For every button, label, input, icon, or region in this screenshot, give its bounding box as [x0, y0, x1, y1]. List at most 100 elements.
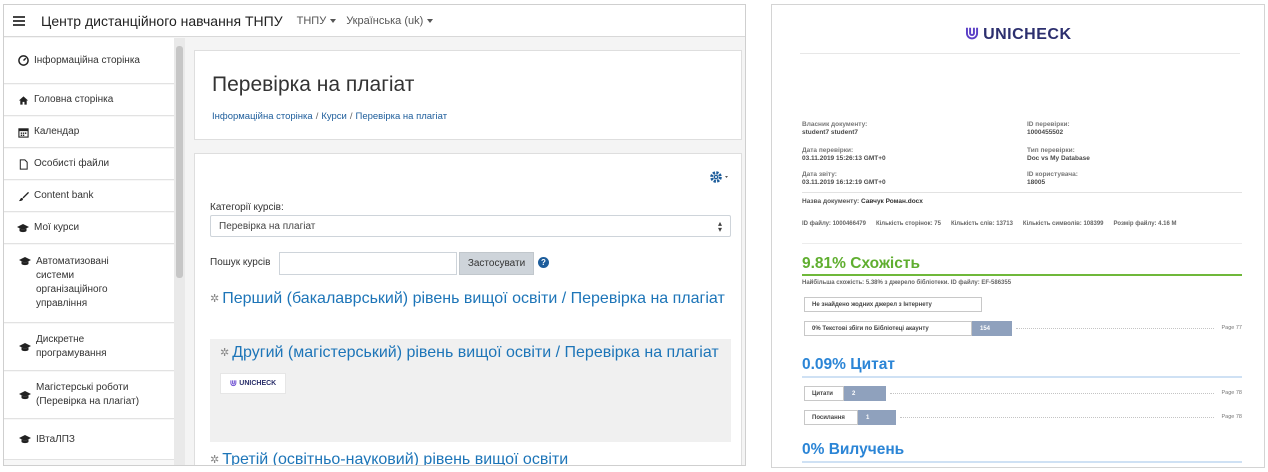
graduation-cap-icon: [17, 222, 29, 234]
category-select[interactable]: Перевірка на плагіат ▴ ▾: [210, 215, 731, 237]
expand-icon: ✲: [210, 454, 220, 466]
document-name-label: Назва документу:: [802, 198, 860, 205]
drawer-item-course-ivtalpz[interactable]: ІВтаЛПЗ: [4, 420, 174, 460]
dotted-leader: [900, 417, 1214, 418]
graduation-cap-icon: [19, 434, 31, 446]
file-size: Розмір файлу: 4.16 M: [1113, 221, 1177, 227]
drawer-item-my-courses[interactable]: Мої курси: [4, 213, 174, 244]
drawer-item-course-asou[interactable]: Автоматизовані системи організаційного у…: [4, 245, 174, 323]
unicheck-badge-label: UNICHECK: [239, 380, 277, 387]
breadcrumb-item-dashboard[interactable]: Інформаційна сторінка: [212, 111, 313, 122]
meta-check-type: Тип перевірки: Doc vs My Database: [1027, 147, 1090, 162]
references-label: Посилання: [804, 410, 858, 425]
meta-user-id: ID користувача: 18005: [1027, 171, 1078, 186]
drawer-item-course-masters[interactable]: Магістерські роботи (Перевірка на плагіа…: [4, 372, 174, 419]
drawer-scrollbar[interactable]: [174, 38, 185, 465]
meta-value: 18005: [1027, 178, 1046, 186]
site-name[interactable]: Центр дистанційного навчання ТНПУ: [41, 13, 283, 29]
drawer-item-course-discrete[interactable]: Дискретне програмування: [4, 324, 174, 371]
category-link-label: Перший (бакалаврський) рівень вищої осві…: [222, 290, 725, 307]
citations-label: Цитати: [804, 386, 844, 401]
graduation-cap-icon: [19, 341, 31, 353]
drawer-item-content-bank[interactable]: Content bank: [4, 181, 174, 212]
language-dropdown[interactable]: Українська (uk): [346, 14, 434, 27]
file-icon: [17, 158, 29, 170]
search-input[interactable]: [279, 252, 457, 275]
page-title: Перевірка на плагіат: [212, 73, 415, 96]
unicheck-report: ⋓ UNICHECK Власник документу: student7 stu…: [771, 4, 1265, 468]
nav-drawer: Інформаційна сторінка Головна сторінка К…: [4, 38, 185, 465]
highest-similarity: Найбільша схожість: 5.38% з джерело бібл…: [802, 280, 1012, 286]
library-match-row: 0% Текстові збіги по Бібліотеці акаунту …: [804, 321, 1242, 336]
expand-icon: ✲: [210, 293, 220, 305]
drawer-item-label: Особисті файли: [34, 158, 110, 169]
category-item: ✲ Третій (освітньо-науковий) рівень вищої…: [210, 450, 731, 466]
references-page: Page 78: [1221, 414, 1243, 420]
citations-row: Цитати 2 Page 78: [804, 386, 1242, 401]
drawer-item-label: Головна сторінка: [34, 94, 114, 105]
category-link-bachelor[interactable]: ✲ Перший (бакалаврський) рівень вищої осв…: [210, 289, 731, 309]
exclusions-underline: [802, 461, 1242, 463]
breadcrumb-item-courses[interactable]: Курси: [321, 111, 347, 122]
moodle-window: Центр дистанційного навчання ТНПУ ТНПУ У…: [3, 4, 746, 466]
document-name: Назва документу: Савчук Роман.docx: [802, 198, 923, 205]
meta-value: 03.11.2019 15:26:13 GMT+0: [802, 154, 886, 162]
page-count: Кількість сторінок: 75: [875, 221, 941, 227]
char-count: Кількість символів: 108399: [1022, 221, 1104, 227]
help-icon[interactable]: ?: [538, 257, 549, 268]
library-match-label: 0% Текстові збіги по Бібліотеці акаунту: [804, 321, 972, 336]
meta-value: 03.11.2019 16:12:19 GMT+0: [802, 178, 886, 186]
drawer-item-label: Календар: [34, 126, 80, 137]
citations-page: Page 78: [1221, 390, 1243, 396]
breadcrumb-item-current[interactable]: Перевірка на плагіат: [356, 111, 448, 122]
breadcrumb-separator: /: [349, 111, 353, 122]
top-navbar: Центр дистанційного навчання ТНПУ ТНПУ У…: [4, 5, 745, 37]
meta-key: ID користувача:: [1027, 171, 1078, 178]
no-internet-sources: Не знайдено жодних джерел з Інтернету: [804, 297, 982, 312]
meta-value: 1000455502: [1027, 128, 1064, 136]
meta-key: Дата звіту:: [802, 171, 837, 178]
category-link-phd[interactable]: ✲ Третій (освітньо-науковий) рівень вищої…: [210, 450, 731, 466]
document-name-value: Савчук Роман.docx: [861, 198, 923, 205]
expand-icon: ✲: [220, 347, 230, 359]
meta-value: Doc vs My Database: [1027, 154, 1090, 162]
library-match-page: Page 77: [1221, 325, 1243, 331]
caret-down-icon: [330, 18, 337, 23]
unicheck-logo: ⋓ UNICHECK: [772, 23, 1264, 44]
gear-icon[interactable]: [709, 170, 731, 187]
file-id: ID файлу: 1000466479: [802, 221, 866, 227]
institution-dropdown-label: ТНПУ: [296, 14, 327, 27]
meta-value: student7 student7: [802, 128, 858, 136]
drawer-scrollbar-thumb[interactable]: [176, 46, 183, 278]
calendar-icon: [17, 126, 29, 138]
drawer-item-label: Мої курси: [34, 222, 80, 233]
graduation-cap-icon: [19, 255, 31, 267]
apply-button[interactable]: Застосувати: [459, 252, 534, 275]
menu-toggle-icon[interactable]: [13, 15, 29, 27]
caret-down-icon: [427, 18, 434, 23]
category-select-value: Перевірка на плагіат: [219, 221, 316, 232]
category-label: Категорії курсів:: [210, 202, 284, 213]
drawer-item-calendar[interactable]: Календар: [4, 117, 174, 148]
home-icon: [17, 94, 29, 106]
dashboard-icon: [17, 55, 29, 67]
divider: [802, 243, 1242, 244]
search-label: Пошук курсів: [210, 257, 271, 268]
drawer-item-dashboard[interactable]: Інформаційна сторінка: [4, 38, 174, 84]
dotted-leader: [1016, 328, 1214, 329]
language-dropdown-label: Українська (uk): [346, 14, 424, 27]
exclusions-title: 0% Вилучень: [802, 441, 905, 458]
drawer-item-home[interactable]: Головна сторінка: [4, 85, 174, 116]
divider: [802, 192, 1242, 193]
category-link-label: Третій (освітньо-науковий) рівень вищої …: [222, 451, 569, 466]
category-link-master[interactable]: ✲ Другий (магістерський) рівень вищої осв…: [220, 343, 721, 363]
meta-key: Дата перевірки:: [802, 147, 854, 154]
meta-check-id: ID перевірки: 1000455502: [1027, 121, 1070, 136]
drawer-item-label: ІВтаЛПЗ: [36, 433, 75, 445]
drawer-item-label: Інформаційна сторінка: [34, 54, 140, 66]
library-match-count: 154: [972, 321, 1012, 336]
references-row: Посилання 1 Page 78: [804, 410, 1242, 425]
institution-dropdown[interactable]: ТНПУ: [297, 15, 337, 27]
drawer-item-private-files[interactable]: Особисті файли: [4, 149, 174, 180]
category-item: ✲ Другий (магістерський) рівень вищої осв…: [210, 339, 731, 442]
